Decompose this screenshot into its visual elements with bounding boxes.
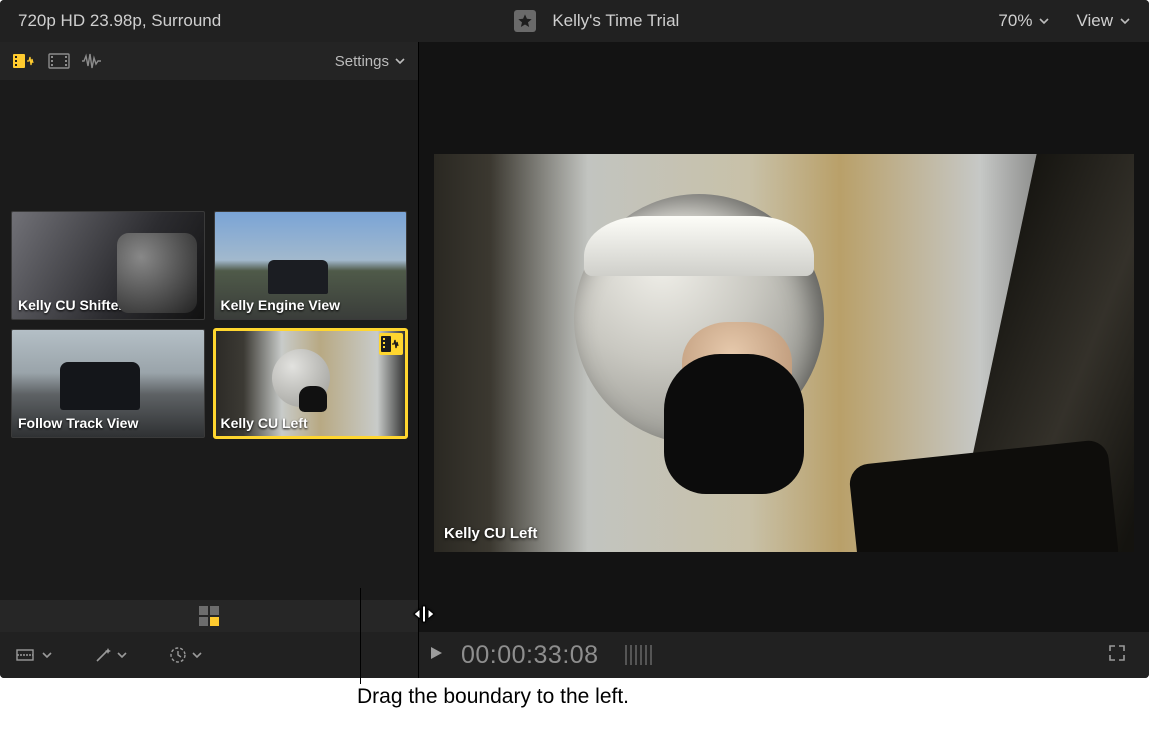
resize-horizontal-cursor-icon[interactable] (409, 599, 439, 629)
angle-tile-selected[interactable]: Kelly CU Left (214, 329, 408, 438)
grid-layout-icon[interactable] (199, 606, 219, 626)
viewer-area: Kelly CU Left (419, 42, 1149, 632)
timeline-tools (0, 632, 419, 678)
bottom-toolbar: 00:00:33:08 (0, 632, 1149, 678)
angle-footer (0, 600, 418, 632)
angle-grid: Kelly CU Shifter Kelly Engine View Follo… (0, 200, 418, 449)
angle-settings-menu[interactable]: Settings (335, 53, 406, 70)
chevron-down-icon (191, 649, 203, 661)
callout-text: Drag the boundary to the left. (357, 685, 629, 709)
viewer-panel: Kelly CU Left (419, 42, 1149, 632)
angle-tile[interactable]: Kelly CU Shifter (11, 211, 205, 320)
viewer-overlay-label: Kelly CU Left (444, 525, 537, 542)
fullscreen-button[interactable] (1107, 643, 1127, 668)
retime-menu[interactable] (168, 645, 203, 665)
chevron-down-icon (394, 55, 406, 67)
timecode-display[interactable]: 00:00:33:08 (461, 641, 599, 670)
chevron-down-icon (1119, 15, 1131, 27)
play-button[interactable] (427, 644, 445, 667)
chevron-down-icon (1038, 15, 1050, 27)
angle-tile[interactable]: Kelly Engine View (214, 211, 408, 320)
settings-label: Settings (335, 53, 389, 70)
project-title: Kelly's Time Trial (552, 11, 679, 31)
angle-label: Kelly CU Left (221, 415, 308, 431)
angle-viewer-panel: Settings Kelly CU Shifter Kelly Engine V… (0, 42, 419, 632)
chevron-down-icon (41, 649, 53, 661)
project-title-group: Kelly's Time Trial (514, 10, 679, 32)
zoom-value: 70% (998, 11, 1032, 31)
clip-appearance-menu[interactable] (16, 647, 53, 663)
view-menu[interactable]: View (1076, 11, 1131, 31)
effects-wand-menu[interactable] (93, 645, 128, 665)
zoom-menu[interactable]: 70% (998, 11, 1050, 31)
audio-meter-icon (625, 645, 652, 665)
active-angle-badge-icon (379, 333, 403, 355)
app-window: 720p HD 23.98p, Surround Kelly's Time Tr… (0, 0, 1149, 678)
main-split: Settings Kelly CU Shifter Kelly Engine V… (0, 42, 1149, 632)
view-menu-label: View (1076, 11, 1113, 31)
angle-toolbar: Settings (0, 42, 418, 80)
favorite-star-icon[interactable] (514, 10, 536, 32)
chevron-down-icon (116, 649, 128, 661)
transport-controls: 00:00:33:08 (419, 641, 1149, 670)
video-audio-switch-icon[interactable] (12, 51, 38, 71)
callout-leader-line (360, 588, 361, 684)
angle-label: Kelly CU Shifter (18, 297, 124, 313)
viewer-topbar: 720p HD 23.98p, Surround Kelly's Time Tr… (0, 0, 1149, 42)
angle-label: Kelly Engine View (221, 297, 341, 313)
angle-label: Follow Track View (18, 415, 138, 431)
audio-only-switch-icon[interactable] (80, 51, 106, 71)
viewer-canvas[interactable]: Kelly CU Left (434, 154, 1134, 552)
angle-tile[interactable]: Follow Track View (11, 329, 205, 438)
format-label: 720p HD 23.98p, Surround (18, 11, 221, 31)
video-only-switch-icon[interactable] (46, 51, 72, 71)
